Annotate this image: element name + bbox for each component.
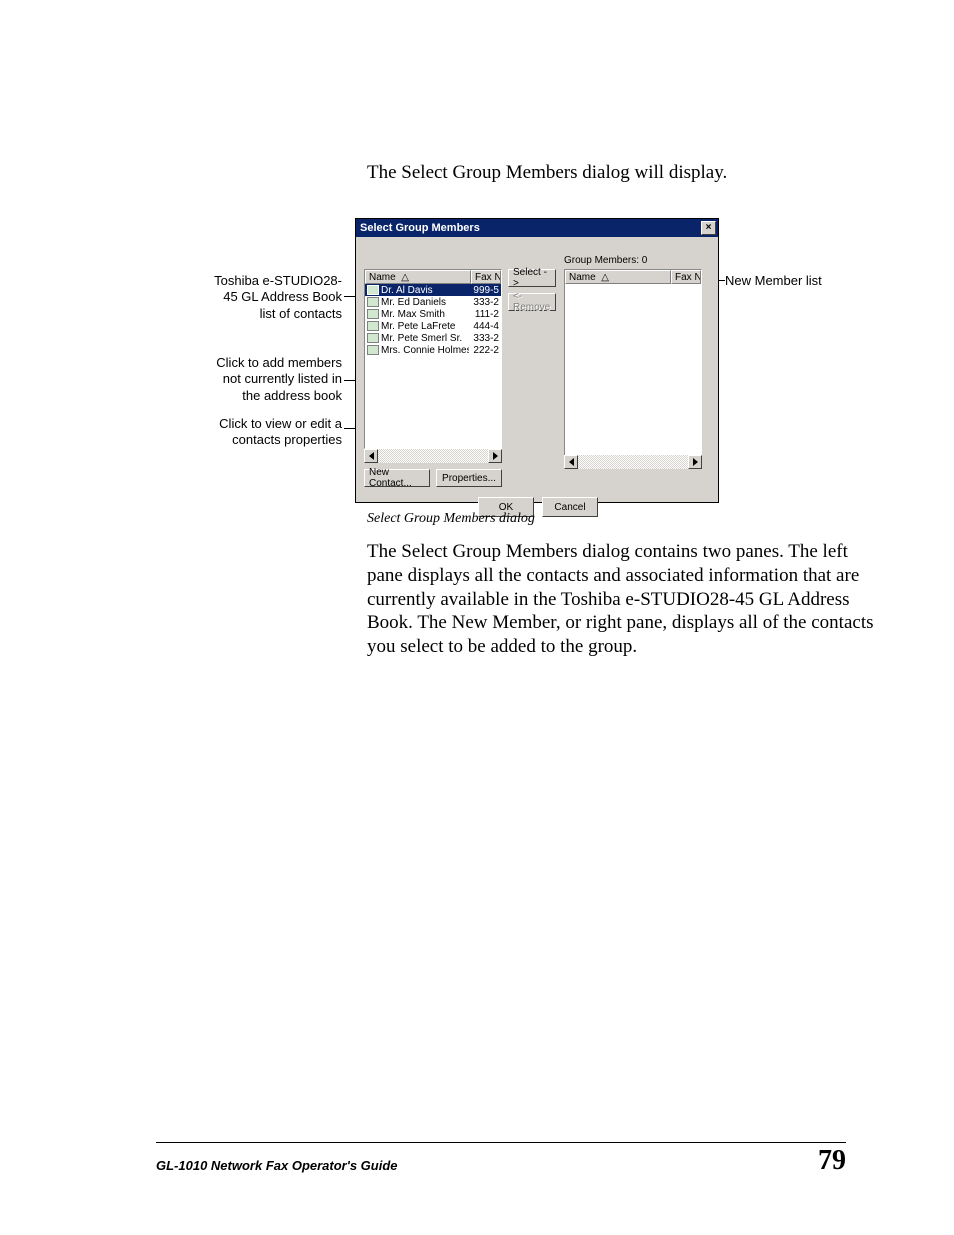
column-header-fax[interactable]: Fax N	[671, 270, 701, 284]
contact-fax: 444-4	[469, 321, 499, 332]
cancel-button[interactable]: Cancel	[542, 497, 598, 517]
list-item[interactable]: Mr. Pete LaFrete444-4	[365, 320, 501, 332]
callout-add-members: Click to add membersnot currently listed…	[152, 355, 342, 404]
scroll-right-icon[interactable]	[488, 449, 502, 463]
column-header-name[interactable]: Name △	[565, 270, 671, 284]
contact-card-icon	[367, 285, 379, 295]
contact-fax: 333-2	[469, 333, 499, 344]
contact-name: Mr. Max Smith	[381, 309, 469, 320]
close-icon[interactable]: ×	[701, 221, 716, 235]
select-group-members-dialog: Select Group Members × Group Members: 0 …	[355, 218, 719, 503]
contact-name: Dr. Al Davis	[381, 285, 469, 296]
contact-card-icon	[367, 333, 379, 343]
contact-name: Mr. Pete LaFrete	[381, 321, 469, 332]
column-header-name[interactable]: Name △	[365, 270, 471, 284]
page-number: 79	[818, 1145, 846, 1177]
footer-guide-title: GL-1010 Network Fax Operator's Guide	[156, 1158, 398, 1173]
contact-card-icon	[367, 321, 379, 331]
column-header-fax[interactable]: Fax N	[471, 270, 501, 284]
contact-card-icon	[367, 345, 379, 355]
contact-fax: 111-2	[469, 309, 499, 320]
contact-name: Mrs. Connie Holmes	[381, 345, 469, 356]
list-item[interactable]: Dr. Al Davis999-5	[365, 284, 501, 296]
body-paragraph: The Select Group Members dialog contains…	[367, 540, 877, 659]
contact-card-icon	[367, 309, 379, 319]
contact-card-icon	[367, 297, 379, 307]
remove-button[interactable]: <- Remove	[508, 293, 556, 311]
list-item[interactable]: Mr. Max Smith111-2	[365, 308, 501, 320]
contact-fax: 222-2	[469, 345, 499, 356]
members-horizontal-scrollbar[interactable]	[564, 455, 702, 469]
dialog-caption: Select Group Members dialog	[367, 511, 535, 527]
intro-text: The Select Group Members dialog will dis…	[367, 162, 727, 184]
scroll-left-icon[interactable]	[564, 455, 578, 469]
contact-name: Mr. Pete Smerl Sr.	[381, 333, 469, 344]
contact-fax: 999-5	[469, 285, 499, 296]
scroll-right-icon[interactable]	[688, 455, 702, 469]
select-button[interactable]: Select ->	[508, 269, 556, 287]
properties-button[interactable]: Properties...	[436, 469, 502, 487]
footer-rule	[156, 1142, 846, 1143]
new-members-pane[interactable]: Name △ Fax N	[564, 269, 702, 469]
dialog-titlebar[interactable]: Select Group Members ×	[356, 219, 718, 237]
callout-properties: Click to view or edit acontacts properti…	[152, 416, 342, 449]
callout-contacts-list: Toshiba e-STUDIO28-45 GL Address Booklis…	[152, 273, 342, 322]
dialog-title: Select Group Members	[360, 222, 480, 234]
scroll-left-icon[interactable]	[364, 449, 378, 463]
column-header-row: Name △ Fax N	[365, 270, 501, 284]
callout-new-member-list: New Member list	[725, 273, 865, 289]
new-contact-button[interactable]: New Contact...	[364, 469, 430, 487]
contact-fax: 333-2	[469, 297, 499, 308]
contacts-horizontal-scrollbar[interactable]	[364, 449, 502, 463]
group-members-count: Group Members: 0	[564, 255, 647, 266]
contacts-list-pane[interactable]: Name △ Fax N Dr. Al Davis999-5Mr. Ed Dan…	[364, 269, 502, 449]
list-item[interactable]: Mr. Pete Smerl Sr.333-2	[365, 332, 501, 344]
column-header-row: Name △ Fax N	[565, 270, 701, 284]
list-item[interactable]: Mrs. Connie Holmes222-2	[365, 344, 501, 356]
contact-name: Mr. Ed Daniels	[381, 297, 469, 308]
list-item[interactable]: Mr. Ed Daniels333-2	[365, 296, 501, 308]
